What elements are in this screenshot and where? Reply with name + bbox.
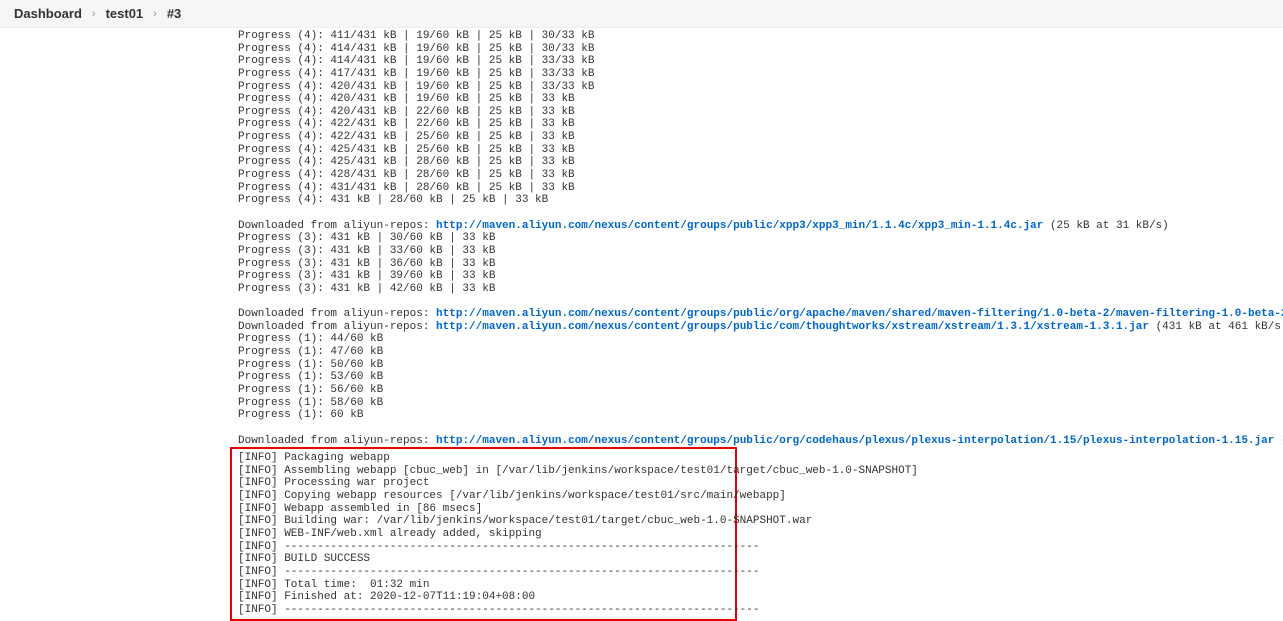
breadcrumb-sep: › <box>153 8 157 20</box>
console-output: Progress (4): 411/431 kB | 19/60 kB | 25… <box>0 28 1283 447</box>
breadcrumb: Dashboard › test01 › #3 <box>0 0 1283 28</box>
download-link[interactable]: http://maven.aliyun.com/nexus/content/gr… <box>436 435 1274 447</box>
breadcrumb-sep: › <box>92 8 96 20</box>
breadcrumb-job[interactable]: test01 <box>106 6 144 21</box>
download-link[interactable]: http://maven.aliyun.com/nexus/content/gr… <box>436 321 1149 333</box>
highlighted-output: [INFO] Packaging webapp [INFO] Assemblin… <box>230 447 737 621</box>
breadcrumb-build[interactable]: #3 <box>167 6 181 21</box>
download-link[interactable]: http://maven.aliyun.com/nexus/content/gr… <box>436 308 1283 320</box>
breadcrumb-dashboard[interactable]: Dashboard <box>14 6 82 21</box>
download-link[interactable]: http://maven.aliyun.com/nexus/content/gr… <box>436 220 1043 232</box>
